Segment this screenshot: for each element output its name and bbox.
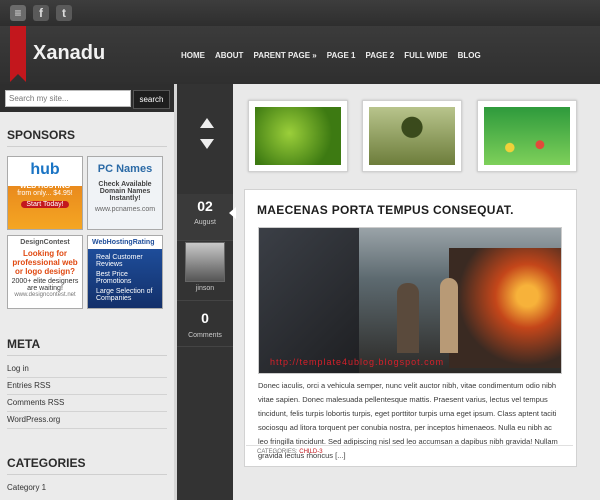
nav-page-1[interactable]: PAGE 1 xyxy=(327,51,356,60)
ad-line: Best Price Promotions xyxy=(96,271,132,285)
post-author[interactable]: jinson xyxy=(177,285,233,292)
ad-brand: PC Names xyxy=(97,163,153,175)
ad-line: Looking for professional web or logo des… xyxy=(12,249,78,276)
divider xyxy=(7,377,167,378)
nav-page-2[interactable]: PAGE 2 xyxy=(365,51,394,60)
rss-icon[interactable]: ≡ xyxy=(10,5,26,21)
search-input[interactable] xyxy=(5,90,131,107)
meta-heading: META xyxy=(7,337,41,351)
category-link[interactable]: Category 1 xyxy=(7,483,46,492)
pcnames-ad[interactable]: PC Names Check Available Domain Names In… xyxy=(87,156,163,230)
divider xyxy=(7,428,167,429)
post-categories: CATEGORIES: CHILD-3 xyxy=(257,449,323,455)
arrow-down-icon[interactable] xyxy=(200,139,214,149)
divider xyxy=(7,474,167,475)
thumb-image xyxy=(369,107,455,165)
meta-link-entries-rss[interactable]: Entries RSS xyxy=(7,381,51,390)
featured-thumb[interactable] xyxy=(477,100,577,172)
social-bar: ≡ f t xyxy=(0,0,600,26)
nav-home[interactable]: HOME xyxy=(181,51,205,60)
hostgator-ad[interactable]: hub WEB HOSTING from only... $4.95! Star… xyxy=(7,156,83,230)
categories-label: CATEGORIES: xyxy=(257,449,298,455)
nav-full-wide[interactable]: FULL WIDE xyxy=(404,51,447,60)
site-logo[interactable]: Xanadu xyxy=(33,42,105,65)
card-pointer xyxy=(229,207,236,219)
image-watermark: http://template4ublog.blogspot.com xyxy=(270,357,445,367)
ad-line: Large Selection of Companies xyxy=(96,288,153,302)
divider xyxy=(7,355,167,356)
ad-brand: DesignContest xyxy=(20,239,70,246)
divider xyxy=(246,445,573,446)
ad-line: www.designcontest.net xyxy=(14,292,76,298)
categories-heading: CATEGORIES xyxy=(7,456,86,470)
webhostingrating-ad[interactable]: WebHostingRating Real Customer Reviews B… xyxy=(87,235,163,309)
divider xyxy=(177,240,233,241)
arrow-up-icon[interactable] xyxy=(200,118,214,128)
divider xyxy=(7,411,167,412)
comment-count[interactable]: 0 xyxy=(177,310,233,326)
post-month: August xyxy=(194,219,216,226)
ad-line: Check Available Domain Names Instantly! xyxy=(98,181,152,202)
meta-link-comments-rss[interactable]: Comments RSS xyxy=(7,398,64,407)
divider xyxy=(7,146,167,147)
facebook-icon[interactable]: f xyxy=(33,5,49,21)
avatar[interactable] xyxy=(185,242,225,282)
comment-label: Comments xyxy=(188,332,222,339)
sponsors-heading: SPONSORS xyxy=(7,128,76,142)
post-day: 02 xyxy=(197,198,213,214)
search-bar: search xyxy=(0,84,174,112)
main-nav: HOME ABOUT PARENT PAGE » PAGE 1 PAGE 2 F… xyxy=(181,51,481,60)
featured-thumb[interactable] xyxy=(362,100,462,172)
ad-cta: Start Today! xyxy=(21,201,69,208)
sidebar: search SPONSORS hub WEB HOSTING from onl… xyxy=(0,84,177,500)
meta-link-wordpress[interactable]: WordPress.org xyxy=(7,415,60,424)
search-button[interactable]: search xyxy=(133,90,170,109)
meta-link-login[interactable]: Log in xyxy=(7,364,29,373)
thumb-image xyxy=(255,107,341,165)
ad-line: 2000+ elite designers are waiting! xyxy=(11,278,79,292)
ad-line: Real Customer Reviews xyxy=(96,254,143,268)
ad-brand: hub xyxy=(30,161,60,178)
divider xyxy=(177,300,233,301)
ad-line: WEB HOSTING xyxy=(19,183,71,190)
post-title[interactable]: MAECENAS PORTA TEMPUS CONSEQUAT. xyxy=(257,203,514,217)
designcontest-ad[interactable]: DesignContest Looking for professional w… xyxy=(7,235,83,309)
post-image[interactable] xyxy=(258,227,562,374)
nav-parent-page[interactable]: PARENT PAGE » xyxy=(253,51,316,60)
divider xyxy=(7,394,167,395)
featured-thumb[interactable] xyxy=(248,100,348,172)
nav-about[interactable]: ABOUT xyxy=(215,51,243,60)
ad-brand: WebHostingRating xyxy=(92,239,155,246)
category-link[interactable]: CHILD-3 xyxy=(299,449,322,455)
site-header: Xanadu HOME ABOUT PARENT PAGE » PAGE 1 P… xyxy=(0,26,600,85)
ad-line: from only... $4.95! xyxy=(17,190,73,197)
ad-line: www.pcnames.com xyxy=(94,206,156,213)
bookmark-ribbon-icon xyxy=(10,26,26,82)
nav-blog[interactable]: BLOG xyxy=(458,51,481,60)
thumb-image xyxy=(484,107,570,165)
twitter-icon[interactable]: t xyxy=(56,5,72,21)
divider xyxy=(177,346,233,347)
